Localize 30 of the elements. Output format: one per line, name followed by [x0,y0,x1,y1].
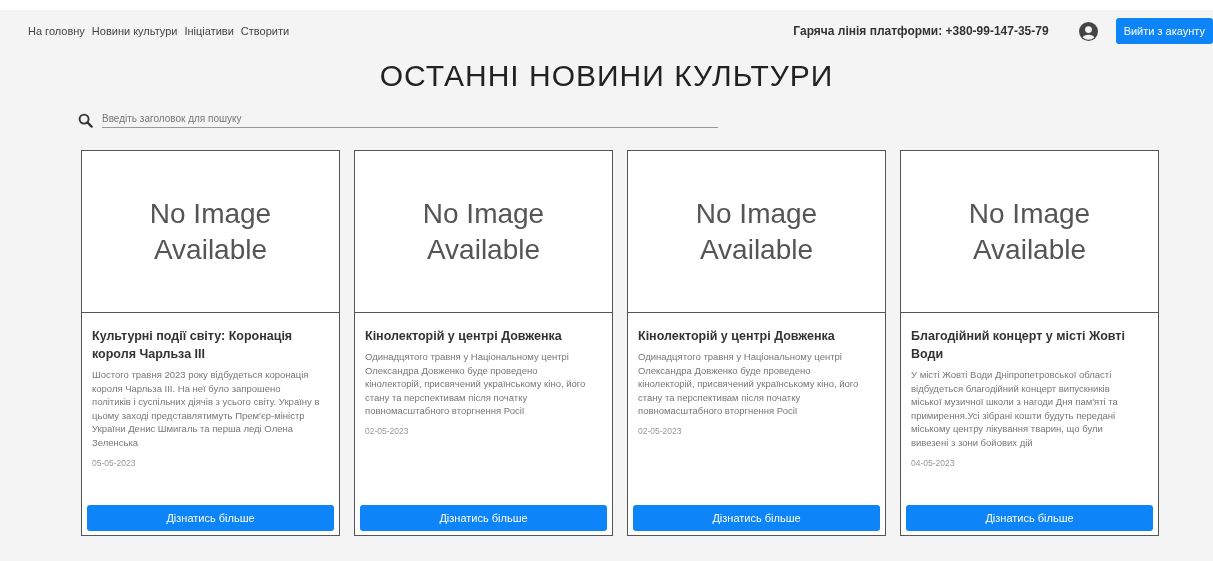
card-title: Кінолекторій у центрі Довженка [638,328,836,345]
logout-button[interactable]: Вийти з акаунту [1115,18,1213,44]
page-heading: ОСТАННІ НОВИНИ КУЛЬТУРИ [378,58,835,94]
nav-link[interactable]: На головну [28,25,85,37]
no-image-text: No Image Available [967,196,1092,267]
user-avatar-icon[interactable] [1078,21,1098,41]
card-date: 04-05-2023 [911,457,956,468]
learn-more-button[interactable]: Дізнатись більше [87,505,334,531]
no-image-text: No Image Available [694,196,819,267]
learn-more-button[interactable]: Дізнатись більше [633,505,880,531]
card-title: Благодійний концерт у місті Жовті Води [911,328,1126,363]
card-title: Кінолекторій у центрі Довженка [365,328,563,345]
no-image-text: No Image Available [148,196,273,267]
card-date: 02-05-2023 [365,425,410,436]
search-icon [78,113,93,128]
card-text: У місті Жовті Води Дніпропетровської області відбудеться благодійний концерт випускників міської музичної школи з нагоди Дня пам'яті та примирення.Усі зібрані кошти будуть передані міському центру лікування тварин, що були вивезені з зони бойових дій [911,368,1119,450]
nav-link[interactable]: Ініціативи [184,25,234,37]
card-date: 02-05-2023 [638,425,683,436]
learn-more-button[interactable]: Дізнатись більше [906,505,1153,531]
search-field[interactable]: Введіть заголовок для пошуку [102,110,718,128]
card-text: Шостого травня 2023 року відбудеться коронація короля Чарльза III. На неї було запрошено політиків і суспільних діячів з усього світу. Україну в цьому заході представлятимуть Прем'єр-міністр України Денис Шмигаль та перша леді Олена Зеленська [92,368,321,450]
learn-more-button[interactable]: Дізнатись більше [360,505,607,531]
card-date: 05-05-2023 [92,457,137,468]
no-image-text: No Image Available [421,196,546,267]
nav-link[interactable]: Створити [240,25,290,37]
card-text: Одинадцятого травня у Національному центрі Олександра Довженко буде проведено кінолекторій, присвячений українському кіно, його стану та перспективам після початку повномасштабного вторгнення Росії [365,350,587,418]
nav-link[interactable]: Новини культури [91,25,178,37]
card-text: Одинадцятого травня у Національному центрі Олександра Довженко буде проведено кінолекторій, присвячений українському кіно, його стану та перспективам після початку повномасштабного вторгнення Росії [638,350,860,418]
hotline-text: Гаряча лінія платформи: +380-99-147-35-79 [793,24,1049,38]
card-title: Культурні події світу: Коронація короля Чарльза III [92,328,294,363]
